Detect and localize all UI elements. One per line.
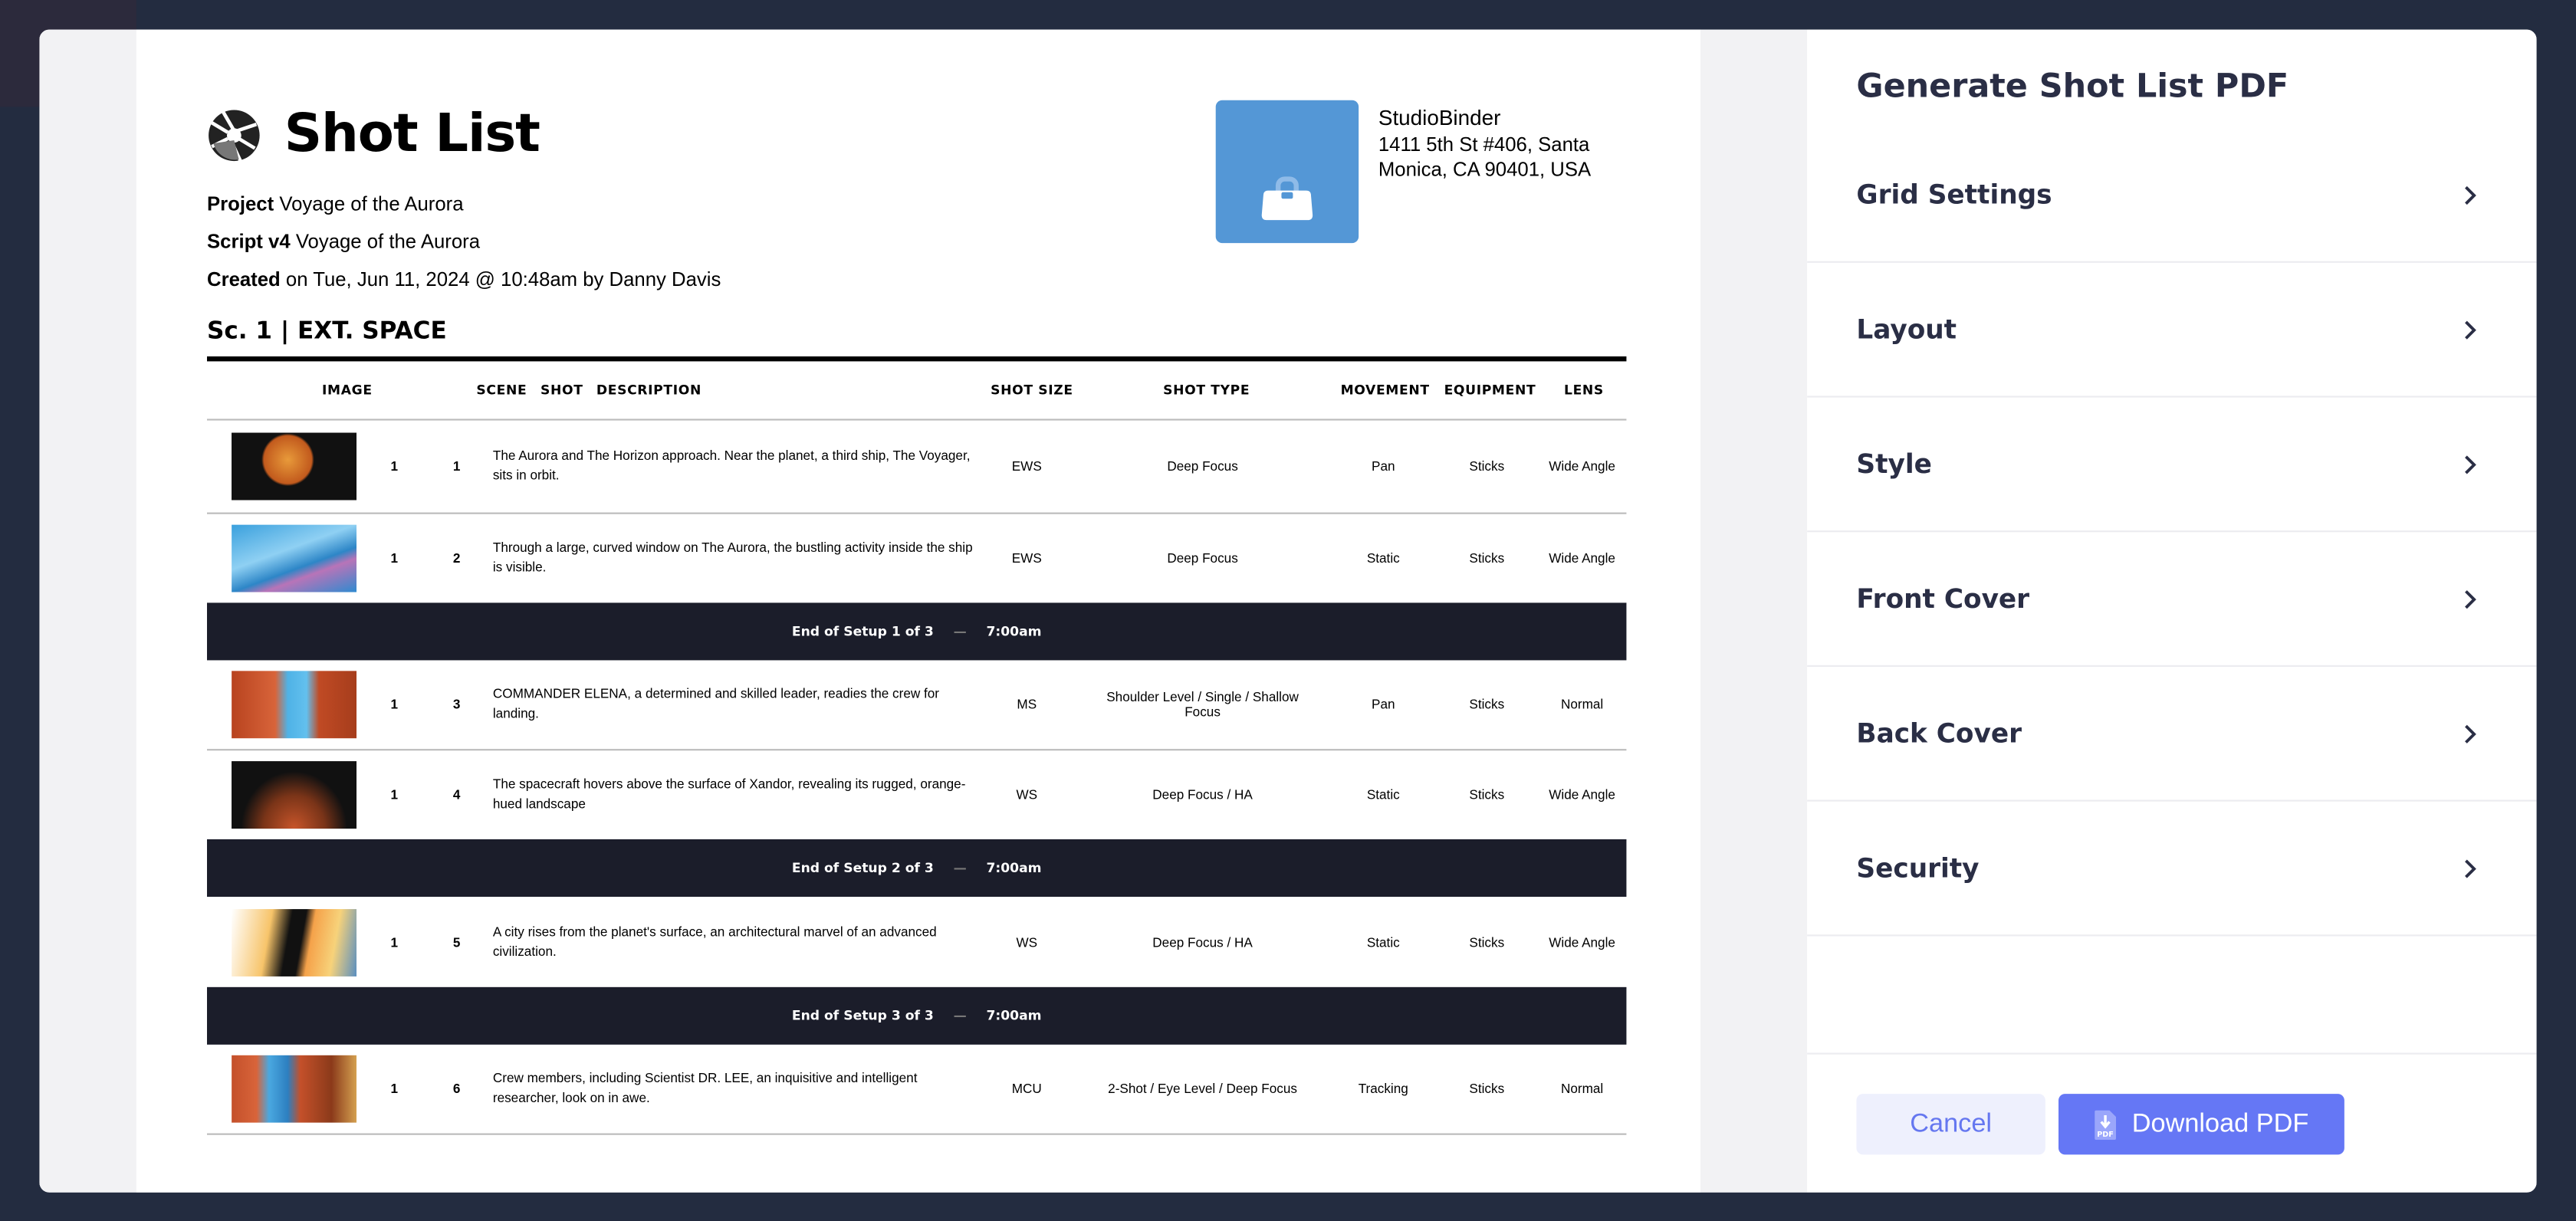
setup-time: 7:00am (986, 624, 1042, 639)
setup-label: End of Setup 3 of 3 (791, 1008, 934, 1024)
project-value: Voyage of the Aurora (279, 192, 464, 215)
cell-description: Crew members, including Scientist DR. LE… (492, 1071, 918, 1106)
row-divider (207, 1133, 1627, 1135)
cell-lens: Wide Angle (1549, 458, 1615, 474)
pdf-preview: Shot List Project Voyage of the Aurora S… (39, 29, 1808, 1193)
setup-separator: End of Setup 2 of 3 — 7:00am (207, 839, 1627, 898)
column-header-description: DESCRIPTION (596, 382, 702, 398)
cell-shot-type: Deep Focus (1167, 458, 1238, 474)
settings-section-layout[interactable]: Layout (1807, 263, 2537, 398)
cell-lens: Wide Angle (1549, 550, 1615, 566)
cell-description: COMMANDER ELENA, a determined and skille… (492, 686, 940, 721)
cell-shot-type: Deep Focus / HA (1152, 786, 1253, 802)
settings-section-security[interactable]: Security (1807, 802, 2537, 937)
column-header-equipment: EQUIPMENT (1444, 382, 1536, 398)
cell-lens: Wide Angle (1549, 934, 1615, 950)
briefcase-icon (1261, 176, 1313, 221)
column-header-movement: MOVEMENT (1340, 382, 1430, 398)
chevron-right-icon (2465, 858, 2476, 878)
cell-description: Through a large, curved window on The Au… (492, 539, 973, 574)
svg-text:PDF: PDF (2097, 1130, 2114, 1138)
cell-lens: Wide Angle (1549, 786, 1615, 802)
cell-shot-type: Deep Focus (1167, 550, 1238, 566)
company-logo (1215, 100, 1359, 244)
table-row: 1 2 EWS Deep Focus Static Sticks Wide Angle Thr… (207, 513, 1626, 603)
header-divider (207, 418, 1627, 421)
chevron-right-icon (2465, 455, 2476, 474)
panel-footer: Cancel PDF Download PDF (1807, 1052, 2537, 1193)
created-value: on Tue, Jun 11, 2024 @ 10:48am by Danny … (285, 268, 721, 291)
setup-dash: — (953, 860, 967, 876)
chevron-right-icon (2465, 320, 2476, 339)
panel-title: Generate Shot List PDF (1856, 65, 2289, 106)
setup-dash: — (953, 1008, 967, 1024)
setup-dash: — (953, 624, 967, 639)
column-header-image: IMAGE (322, 382, 373, 398)
section-label: Back Cover (1856, 717, 2022, 750)
project-line: Project Voyage of the Aurora (207, 192, 464, 215)
download-pdf-button[interactable]: PDF Download PDF (2058, 1094, 2344, 1155)
setup-separator: End of Setup 3 of 3 — 7:00am (207, 986, 1627, 1045)
cell-shot-type: 2-Shot / Eye Level / Deep Focus (1108, 1082, 1297, 1097)
chevron-right-icon (2465, 589, 2476, 609)
settings-section-grid-settings[interactable]: Grid Settings (1807, 128, 2537, 263)
script-label: Script v4 (207, 230, 291, 254)
column-header-scene: SCENE (476, 382, 527, 398)
table-row: 1 6 MCU 2-Shot / Eye Level / Deep Focus Trac… (207, 1045, 1626, 1134)
company-address-line2: Monica, CA 90401, USA (1378, 157, 1592, 181)
download-pdf-label: Download PDF (2131, 1109, 2309, 1137)
created-line: Created on Tue, Jun 11, 2024 @ 10:48am b… (207, 268, 721, 290)
settings-section-back-cover[interactable]: Back Cover (1807, 667, 2537, 802)
chevron-right-icon (2465, 724, 2476, 743)
company-info: StudioBinder 1411 5th St #406, Santa Mon… (1378, 105, 1591, 182)
column-header-lens: LENS (1564, 382, 1604, 398)
created-label: Created (207, 268, 281, 291)
shot-list-page: Shot List Project Voyage of the Aurora S… (136, 29, 1700, 1193)
script-line: Script v4 Voyage of the Aurora (207, 230, 480, 253)
table-row: 1 5 WS Deep Focus / HA Static Sticks Wide Angl… (207, 897, 1626, 987)
setup-label: End of Setup 2 of 3 (791, 860, 934, 876)
table-row: 1 4 WS Deep Focus / HA Static Sticks Wide Angl… (207, 749, 1626, 839)
column-header-shot-type: SHOT TYPE (1163, 382, 1250, 398)
setup-separator: End of Setup 1 of 3 — 7:00am (207, 602, 1627, 661)
setup-time: 7:00am (986, 1008, 1042, 1024)
cell-lens: Normal (1560, 1082, 1604, 1097)
company-address-line1: 1411 5th St #406, Santa (1378, 133, 1590, 156)
setup-time: 7:00am (986, 860, 1042, 876)
cell-description: A city rises from the planet's surface, … (492, 924, 937, 959)
settings-section-front-cover[interactable]: Front Cover (1807, 532, 2537, 668)
aperture-logo-icon (209, 110, 260, 162)
company-name: StudioBinder (1378, 105, 1501, 130)
cell-shot-type: Deep Focus / HA (1152, 934, 1253, 950)
settings-panel: Generate Shot List PDF Grid Settings Layo… (1807, 29, 2537, 1193)
table-row: 1 1 EWS Deep Focus Pan Sticks Wide Angle The Au… (207, 421, 1626, 513)
scene-heading: Sc. 1 | EXT. SPACE (207, 318, 447, 346)
section-label: Grid Settings (1856, 179, 2052, 211)
script-value: Voyage of the Aurora (295, 230, 481, 254)
setup-label: End of Setup 1 of 3 (791, 624, 934, 639)
chevron-right-icon (2465, 185, 2476, 205)
project-label: Project (207, 192, 274, 215)
section-label: Style (1856, 448, 1932, 480)
section-label: Layout (1856, 313, 1957, 346)
cell-lens: Normal (1560, 697, 1604, 712)
divider (207, 356, 1627, 362)
column-header-shot-size: SHOT SIZE (991, 382, 1073, 398)
cell-shot-type: Shoulder Level / Single / Shallow Focus (1106, 690, 1299, 720)
document-title: Shot List (284, 101, 540, 165)
pdf-download-icon: PDF (2094, 1109, 2116, 1140)
section-label: Front Cover (1856, 583, 2030, 615)
table-row: 1 3 MS Shoulder Level / Single / Shallow Fo… (207, 660, 1626, 749)
cancel-button[interactable]: Cancel (1856, 1094, 2045, 1155)
column-header-shot: SHOT (540, 382, 583, 398)
generate-pdf-modal: Shot List Project Voyage of the Aurora S… (39, 29, 2537, 1193)
cell-description: The spacecraft hovers above the surface … (492, 776, 966, 811)
section-label: Security (1856, 852, 1980, 884)
settings-section-style[interactable]: Style (1807, 398, 2537, 533)
cell-description: The Aurora and The Horizon approach. Nea… (492, 448, 971, 484)
